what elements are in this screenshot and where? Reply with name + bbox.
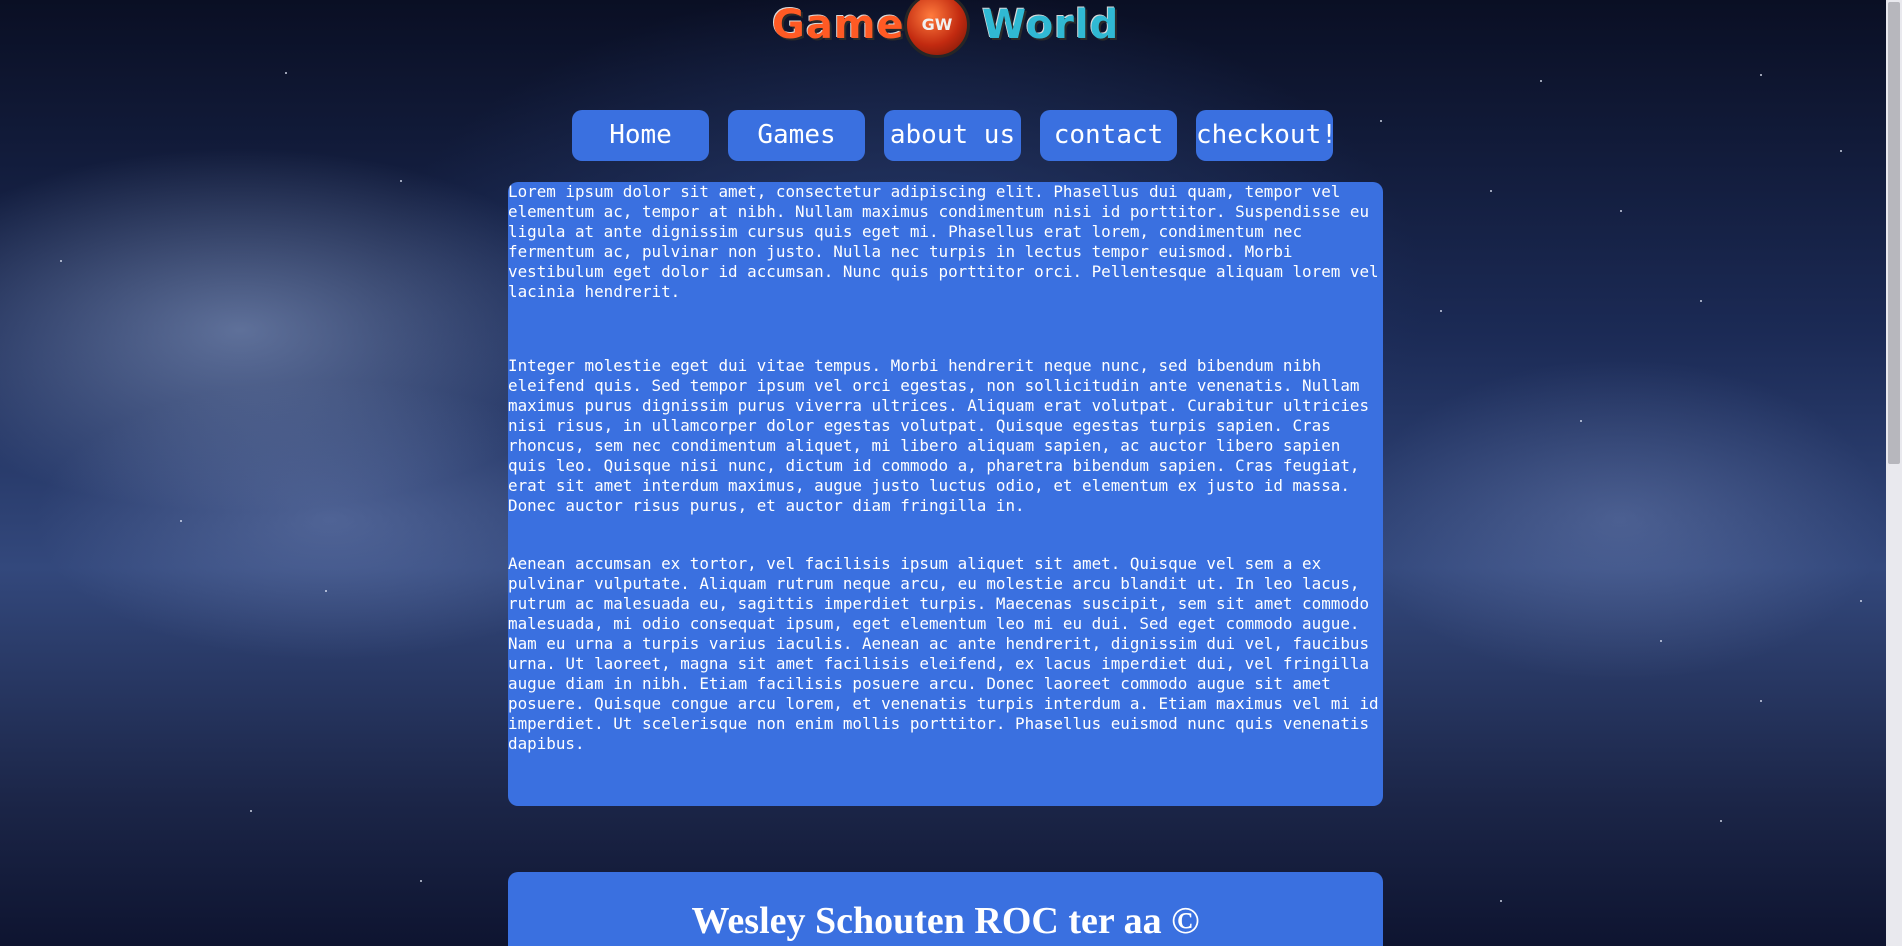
logo-word-game: Game <box>772 2 905 48</box>
content-paragraph-1: Lorem ipsum dolor sit amet, consectetur … <box>508 182 1379 301</box>
main-content-panel: Lorem ipsum dolor sit amet, consectetur … <box>508 182 1383 806</box>
logo-word-world: World <box>982 2 1120 48</box>
page-footer: Wesley Schouten ROC ter aa © <box>508 872 1383 946</box>
nav-contact-button[interactable]: contact <box>1040 110 1177 161</box>
scrollbar-thumb[interactable] <box>1888 2 1900 464</box>
nav-about-us-button[interactable]: about us <box>884 110 1021 161</box>
site-logo: Game GW World <box>772 0 1122 58</box>
nav-checkout-button[interactable]: checkout! <box>1196 110 1337 161</box>
nav-games-button[interactable]: Games <box>728 110 865 161</box>
logo-badge-icon: GW <box>904 0 970 58</box>
nav-home-button[interactable]: Home <box>572 110 709 161</box>
footer-copyright-text: Wesley Schouten ROC ter aa © <box>691 900 1200 942</box>
page-scrollbar[interactable] <box>1886 0 1902 946</box>
content-paragraph-2: Integer molestie eget dui vitae tempus. … <box>508 356 1370 515</box>
content-paragraph-3: Aenean accumsan ex tortor, vel facilisis… <box>508 554 1379 753</box>
